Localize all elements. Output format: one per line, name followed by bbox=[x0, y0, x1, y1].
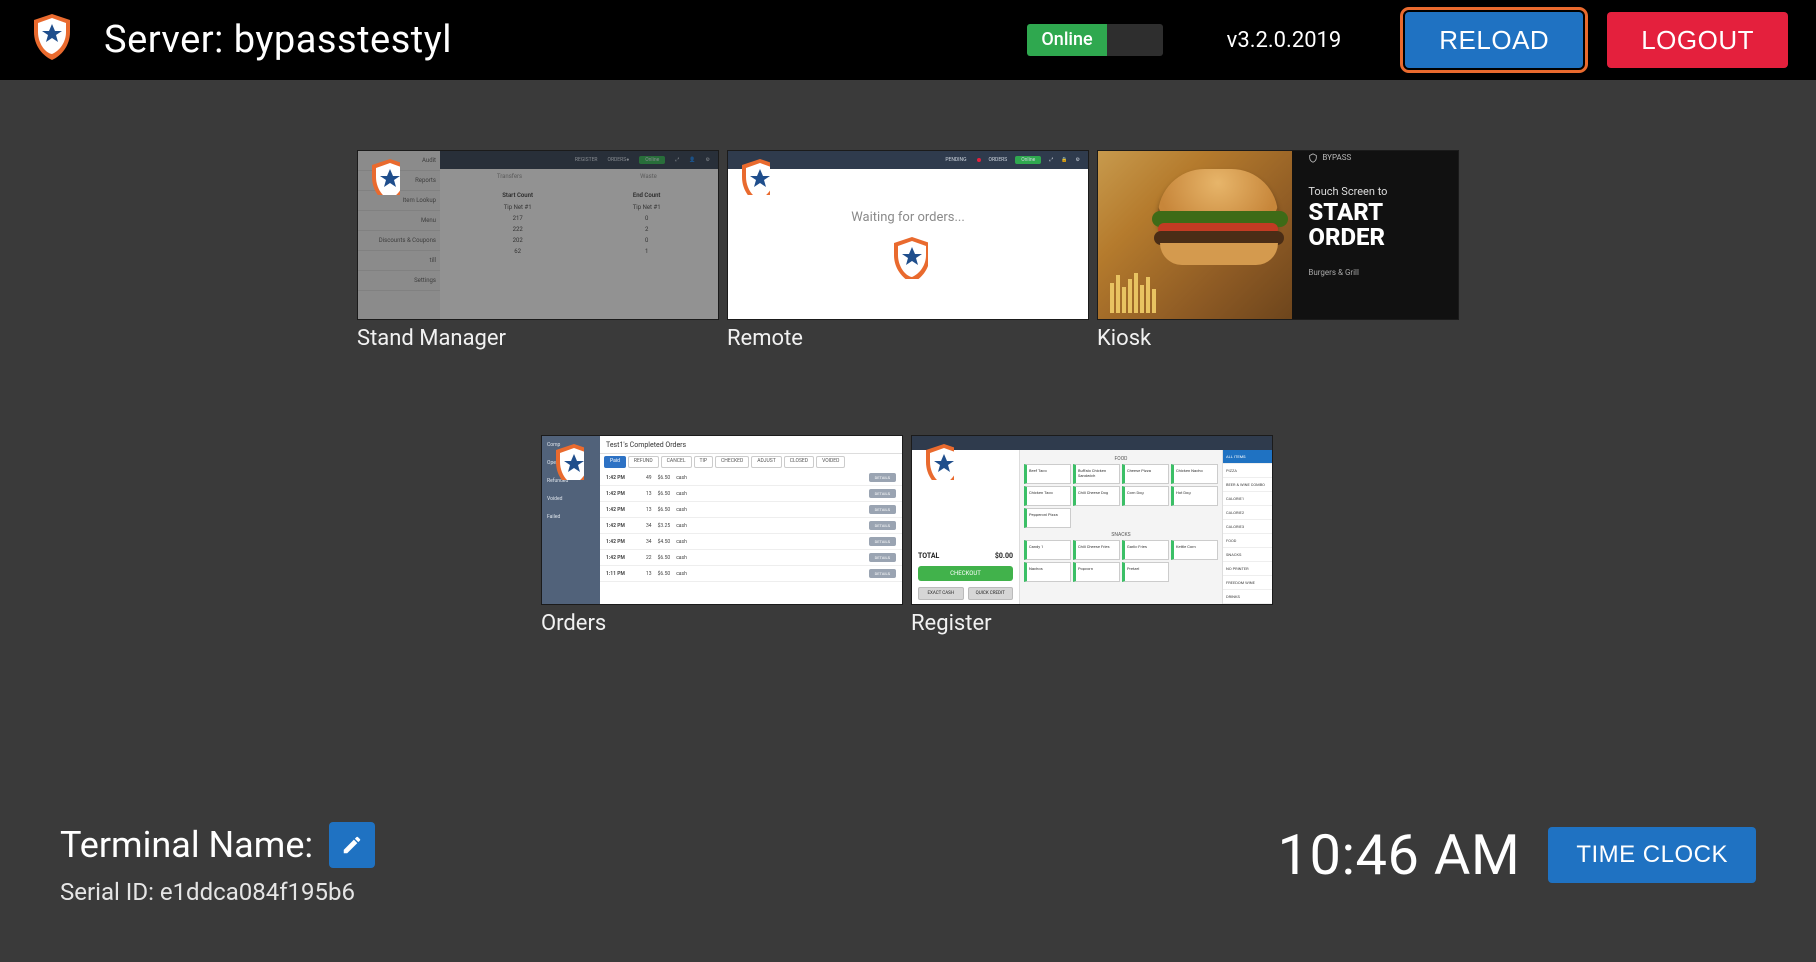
status-badge: Online bbox=[1027, 24, 1162, 56]
app-tile-grid: AuditReportsItem LookupMenuDiscounts & C… bbox=[357, 150, 1459, 636]
terminal-name-label: Terminal Name: bbox=[60, 824, 313, 866]
serial-id: Serial ID: e1ddca084f195b6 bbox=[60, 878, 375, 906]
footer: Terminal Name: Serial ID: e1ddca084f195b… bbox=[60, 822, 1756, 906]
tile-label: Orders bbox=[541, 611, 719, 636]
tile-register[interactable]: TOTAL$0.00 CHECKOUT EXACT CASHQUICK CRED… bbox=[911, 435, 1089, 636]
shield-icon bbox=[888, 235, 928, 279]
tile-label: Kiosk bbox=[1097, 326, 1459, 351]
clock: 10:46 AM bbox=[1278, 822, 1521, 888]
kiosk-food-image bbox=[1098, 151, 1292, 319]
bypass-logo: BYPASS bbox=[1308, 153, 1442, 163]
pencil-icon bbox=[341, 834, 363, 856]
tile-orders[interactable]: CompOpen TabsRefundedVoidedFailed Test1'… bbox=[541, 435, 719, 636]
shield-icon bbox=[550, 442, 584, 480]
time-clock-button[interactable]: TIME CLOCK bbox=[1548, 827, 1756, 883]
top-bar: Server: bypasstestyl Online v3.2.0.2019 … bbox=[0, 0, 1816, 80]
tile-stand-manager[interactable]: AuditReportsItem LookupMenuDiscounts & C… bbox=[357, 150, 719, 351]
tile-kiosk[interactable]: BYPASS Touch Screen to START ORDER Burge… bbox=[1097, 150, 1459, 351]
shield-icon bbox=[920, 442, 954, 480]
remote-message: Waiting for orders... bbox=[851, 210, 965, 225]
tile-label: Stand Manager bbox=[357, 326, 719, 351]
reload-button[interactable]: RELOAD bbox=[1405, 12, 1583, 68]
app-logo-icon bbox=[28, 12, 80, 68]
edit-terminal-button[interactable] bbox=[329, 822, 375, 868]
shield-icon bbox=[366, 157, 400, 195]
tile-remote[interactable]: PENDING ORDERS Online ⤢🔒⚙ Waiting for or… bbox=[727, 150, 1089, 351]
logout-button[interactable]: LOGOUT bbox=[1607, 12, 1788, 68]
tile-label: Remote bbox=[727, 326, 1089, 351]
shield-icon bbox=[736, 157, 770, 195]
server-title: Server: bypasstestyl bbox=[104, 18, 452, 62]
version-label: v3.2.0.2019 bbox=[1227, 28, 1342, 53]
tile-label: Register bbox=[911, 611, 1089, 636]
